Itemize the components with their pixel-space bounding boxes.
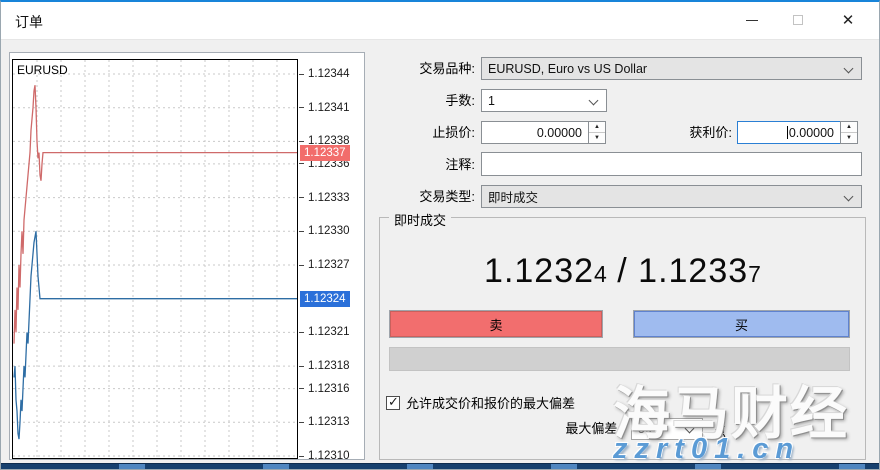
close-icon: ✕ bbox=[842, 13, 855, 28]
trade-type-value: 即时成交 bbox=[488, 187, 538, 206]
price-scale-tick bbox=[299, 141, 304, 142]
ask-price: 1.1233 bbox=[638, 252, 748, 290]
price-scale-tick bbox=[299, 231, 304, 232]
close-button[interactable]: ✕ bbox=[825, 2, 871, 38]
price-scale: 1.123441.123411.123381.123361.123331.123… bbox=[299, 53, 365, 461]
bid-price-marker: 1.12324 bbox=[300, 291, 350, 307]
maximize-button[interactable] bbox=[775, 2, 821, 38]
sell-button[interactable]: 卖 bbox=[390, 311, 602, 337]
stepper-up-icon[interactable]: ▲ bbox=[589, 122, 605, 133]
minimize-icon bbox=[746, 20, 758, 21]
trade-type-select[interactable]: 即时成交 bbox=[481, 185, 862, 208]
sell-button-label: 卖 bbox=[489, 315, 502, 334]
price-scale-label: 1.12341 bbox=[308, 101, 350, 115]
volume-select[interactable]: 1 bbox=[481, 89, 607, 112]
comment-input[interactable] bbox=[481, 152, 862, 176]
max-deviation-label: 最大偏差: bbox=[431, 417, 621, 440]
watermark-url: zzrt01.cn bbox=[613, 433, 800, 466]
stepper-down-icon[interactable]: ▼ bbox=[841, 133, 857, 143]
takeprofit-stepper[interactable]: ▲ ▼ bbox=[840, 121, 858, 144]
buy-button-label: 买 bbox=[735, 315, 748, 334]
quote-separator: / bbox=[607, 252, 638, 290]
text-caret bbox=[787, 126, 788, 139]
takeprofit-value: 0.00000 bbox=[789, 126, 834, 140]
buy-button[interactable]: 买 bbox=[634, 311, 849, 337]
bid-price: 1.1232 bbox=[484, 252, 594, 290]
price-scale-label: 1.12313 bbox=[308, 415, 350, 429]
stepper-down-icon[interactable]: ▼ bbox=[589, 133, 605, 143]
chevron-down-icon bbox=[844, 192, 854, 202]
price-scale-tick bbox=[299, 332, 304, 333]
price-scale-tick bbox=[299, 388, 304, 389]
chevron-down-icon bbox=[589, 96, 599, 106]
bid-ask-quote: 1.12324 / 1.12337 bbox=[379, 252, 866, 291]
ask-price-last-digit: 7 bbox=[748, 261, 761, 287]
symbol-label: 交易品种: bbox=[375, 57, 475, 80]
checkbox-checked-icon[interactable]: ✓ bbox=[386, 396, 400, 410]
bid-price-last-digit: 4 bbox=[594, 261, 607, 287]
takeprofit-label: 获利价: bbox=[632, 121, 732, 144]
price-scale-label: 1.12327 bbox=[308, 258, 350, 272]
price-scale-tick bbox=[299, 265, 304, 266]
comment-label: 注释: bbox=[375, 153, 475, 176]
price-scale-tick bbox=[299, 163, 304, 164]
tick-chart-plot-area: EURUSD bbox=[12, 59, 298, 459]
price-scale-tick bbox=[299, 197, 304, 198]
volume-label: 手数: bbox=[375, 89, 475, 112]
stoploss-input[interactable]: 0.00000 bbox=[481, 121, 589, 144]
chevron-down-icon bbox=[844, 64, 854, 74]
ask-price-marker: 1.12337 bbox=[300, 145, 350, 161]
price-scale-label: 1.12316 bbox=[308, 382, 350, 396]
order-dialog-window: 订单 ✕ EURUSD 1.123441.123411.123381.12336… bbox=[0, 0, 880, 470]
volume-select-value: 1 bbox=[488, 94, 495, 108]
title-bar: 订单 ✕ bbox=[1, 2, 879, 40]
max-deviation-checkbox-label: 允许成交价和报价的最大偏差 bbox=[406, 393, 575, 412]
tick-chart bbox=[13, 60, 297, 458]
price-scale-tick bbox=[299, 456, 304, 457]
watermark-bottom-border bbox=[1, 463, 879, 469]
price-scale-label: 1.12344 bbox=[308, 67, 350, 81]
price-scale-tick bbox=[299, 366, 304, 367]
price-scale-tick bbox=[299, 107, 304, 108]
price-scale-tick bbox=[299, 74, 304, 75]
stepper-up-icon[interactable]: ▲ bbox=[841, 122, 857, 133]
chart-symbol-label: EURUSD bbox=[17, 63, 68, 77]
trade-type-label: 交易类型: bbox=[375, 185, 475, 208]
price-scale-tick bbox=[299, 422, 304, 423]
tick-chart-panel: EURUSD 1.123441.123411.123381.123361.123… bbox=[9, 52, 365, 460]
stoploss-value: 0.00000 bbox=[537, 126, 582, 140]
minimize-button[interactable] bbox=[729, 2, 775, 38]
price-scale-label: 1.12330 bbox=[308, 224, 350, 238]
price-scale-label: 1.12333 bbox=[308, 191, 350, 205]
stoploss-stepper[interactable]: ▲ ▼ bbox=[588, 121, 606, 144]
groupbox-legend: 即时成交 bbox=[389, 210, 451, 229]
symbol-select[interactable]: EURUSD, Euro vs US Dollar bbox=[481, 57, 862, 80]
maximize-icon bbox=[793, 15, 803, 25]
symbol-select-value: EURUSD, Euro vs US Dollar bbox=[488, 62, 647, 76]
price-scale-label: 1.12321 bbox=[308, 325, 350, 339]
max-deviation-checkbox-row[interactable]: ✓ 允许成交价和报价的最大偏差 bbox=[386, 393, 575, 412]
price-scale-label: 1.12310 bbox=[308, 449, 350, 463]
window-title: 订单 bbox=[15, 12, 43, 32]
stoploss-label: 止损价: bbox=[375, 121, 475, 144]
price-scale-label: 1.12318 bbox=[308, 359, 350, 373]
takeprofit-input[interactable]: 0.00000 bbox=[737, 121, 841, 144]
